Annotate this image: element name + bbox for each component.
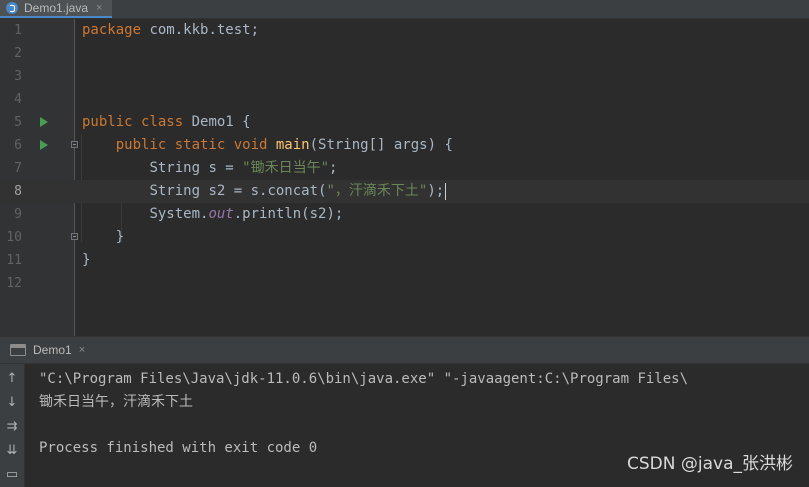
code-token: } xyxy=(82,229,125,245)
code-text: } xyxy=(82,226,124,249)
code-text: System.out.println(s2); xyxy=(82,203,343,226)
code-token: .println(s2); xyxy=(233,206,344,222)
line-number: 3 xyxy=(14,69,22,84)
code-token: ); xyxy=(427,183,445,199)
line-number: 10 xyxy=(6,230,22,245)
code-line[interactable]: 12 xyxy=(0,272,809,295)
console-line: Process finished with exit code 0 xyxy=(39,440,318,456)
code-line[interactable]: 4 xyxy=(0,88,809,111)
line-number: 5 xyxy=(14,115,22,130)
line-number: 6 xyxy=(14,138,22,153)
code-editor[interactable]: 1 package com.kkb.test; 2 3 4 5 public class D… xyxy=(0,19,809,336)
code-token: (String[] args) { xyxy=(309,137,453,153)
console-output[interactable]: "C:\Program Files\Java\jdk-11.0.6\bin\ja… xyxy=(39,368,688,460)
close-tab-icon[interactable]: × xyxy=(96,2,102,14)
run-tab-demo1[interactable]: Demo1 × xyxy=(10,337,85,363)
run-gutter-icon[interactable] xyxy=(40,140,48,150)
code-token: String s = xyxy=(149,160,243,176)
line-number: 1 xyxy=(14,23,22,38)
code-token: System. xyxy=(149,206,209,222)
code-token: "锄禾日当午" xyxy=(242,160,330,176)
code-text: } xyxy=(82,249,90,272)
line-number: 9 xyxy=(14,207,22,222)
code-line[interactable]: 10 } xyxy=(0,226,809,249)
run-gutter-icon[interactable] xyxy=(40,117,48,127)
code-token: } xyxy=(82,252,91,268)
soft-wrap-icon[interactable]: ⇉ xyxy=(3,418,21,436)
line-number: 2 xyxy=(14,46,22,61)
code-text: String s = "锄禾日当午"; xyxy=(82,157,337,180)
fold-marker-icon[interactable] xyxy=(71,233,78,240)
console-line: 锄禾日当午，汗滴禾下土 xyxy=(39,394,193,410)
line-number: 4 xyxy=(14,92,22,107)
line-number: 7 xyxy=(14,161,22,176)
run-tab-bar: Demo1 × xyxy=(0,337,809,364)
line-number: 8 xyxy=(14,184,22,199)
code-line[interactable]: 1 package com.kkb.test; xyxy=(0,19,809,42)
up-arrow-icon[interactable]: ↑ xyxy=(3,370,21,388)
code-token: public class xyxy=(82,114,184,130)
line-number: 11 xyxy=(6,253,22,268)
code-line[interactable]: 6 public static void main(String[] args)… xyxy=(0,134,809,157)
run-toolbar: ↑ ↓ ⇉ ⇊ ▭ xyxy=(0,364,25,487)
code-line[interactable]: 8 String s2 = s.concat("，汗滴禾下土"); xyxy=(0,180,809,203)
code-text: public class Demo1 { xyxy=(82,111,251,134)
text-caret xyxy=(445,182,447,200)
code-line[interactable]: 11} xyxy=(0,249,809,272)
code-token: com.kkb.test; xyxy=(141,22,260,38)
print-icon[interactable]: ▭ xyxy=(3,466,21,484)
code-line[interactable]: 9 System.out.println(s2); xyxy=(0,203,809,226)
watermark: CSDN @java_张洪彬 xyxy=(627,454,793,474)
code-token: Demo1 { xyxy=(183,114,251,130)
code-line[interactable]: 7 String s = "锄禾日当午"; xyxy=(0,157,809,180)
code-text: String s2 = s.concat("，汗滴禾下土"); xyxy=(82,180,447,203)
code-token: package xyxy=(82,22,142,38)
code-token: "，汗滴禾下土" xyxy=(326,183,428,199)
scroll-to-end-icon[interactable]: ⇊ xyxy=(3,442,21,460)
code-line[interactable]: 2 xyxy=(0,42,809,65)
code-token: ; xyxy=(329,160,338,176)
run-console-icon xyxy=(10,344,26,356)
code-line[interactable]: 5 public class Demo1 { xyxy=(0,111,809,134)
console-line: "C:\Program Files\Java\jdk-11.0.6\bin\ja… xyxy=(39,371,689,387)
editor-tab-label: Demo1.java xyxy=(24,1,89,15)
ide-window: Demo1.java × 1 package com.kkb.test; 2 3 4 5 p… xyxy=(0,0,809,487)
code-text: package com.kkb.test; xyxy=(82,19,259,42)
code-token: main xyxy=(275,137,310,153)
code-text: public static void main(String[] args) { xyxy=(82,134,453,157)
code-token: out xyxy=(208,206,234,222)
close-run-tab-icon[interactable]: × xyxy=(79,344,85,356)
down-arrow-icon[interactable]: ↓ xyxy=(3,394,21,412)
fold-marker-icon[interactable] xyxy=(71,141,78,148)
java-class-icon xyxy=(6,2,18,14)
editor-tab-bar: Demo1.java × xyxy=(0,0,809,19)
code-line[interactable]: 3 xyxy=(0,65,809,88)
editor-tab-demo1-java[interactable]: Demo1.java × xyxy=(0,0,112,18)
line-number: 12 xyxy=(6,276,22,291)
code-token: public static void xyxy=(115,137,268,153)
run-tab-label: Demo1 xyxy=(33,343,72,357)
code-token: String s2 = s.concat( xyxy=(149,183,327,199)
